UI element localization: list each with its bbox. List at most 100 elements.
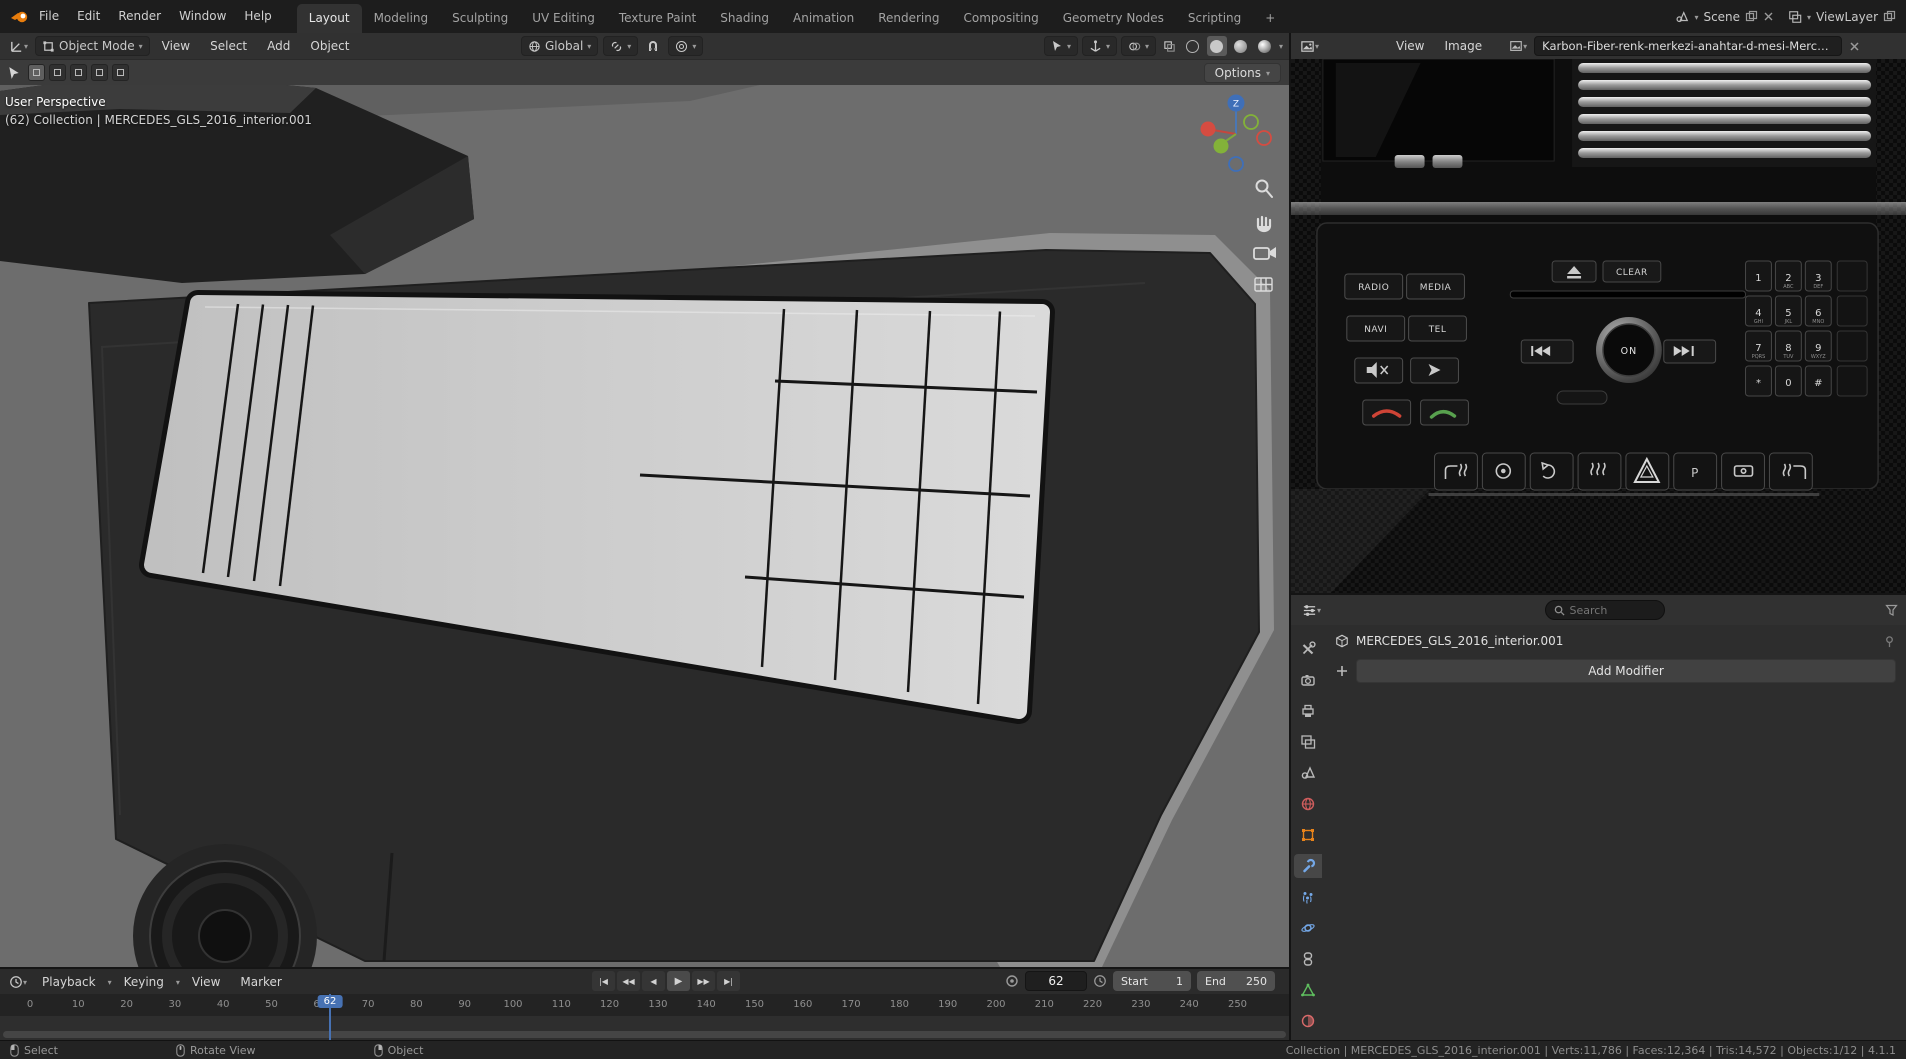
- viewport-menu-add[interactable]: Add: [259, 39, 298, 53]
- prev-keyframe-button[interactable]: ◀◀: [617, 971, 640, 991]
- properties-tab-object[interactable]: [1294, 823, 1322, 847]
- timeline-menu-keying[interactable]: Keying: [116, 975, 172, 989]
- snapping-toggle[interactable]: [643, 36, 663, 56]
- gizmo-z-negative[interactable]: [1228, 156, 1244, 172]
- properties-tab-object-data[interactable]: [1294, 978, 1322, 1002]
- new-scene-icon[interactable]: [1745, 10, 1758, 23]
- properties-tab-world[interactable]: [1294, 792, 1322, 816]
- menu-window[interactable]: Window: [170, 0, 235, 33]
- shading-material-button[interactable]: [1231, 36, 1251, 56]
- gizmo-y-negative[interactable]: [1243, 114, 1259, 130]
- options-button[interactable]: Options: [1203, 63, 1281, 83]
- jump-to-end-button[interactable]: ▶|: [717, 971, 740, 991]
- image-menu-image[interactable]: Image: [1437, 39, 1491, 53]
- viewport-menu-object[interactable]: Object: [302, 39, 357, 53]
- gizmo-x-axis[interactable]: [1200, 121, 1216, 137]
- overlays-dropdown[interactable]: [1120, 36, 1156, 56]
- viewport-canvas[interactable]: Z User Perspective (62) Collection | MER…: [0, 85, 1289, 967]
- gizmo-y-axis[interactable]: [1213, 138, 1229, 154]
- add-modifier-button[interactable]: Add Modifier: [1356, 659, 1896, 683]
- mode-dropdown[interactable]: Object Mode: [35, 36, 150, 56]
- properties-search[interactable]: [1544, 600, 1665, 620]
- viewlayer-name[interactable]: ViewLayer: [1816, 10, 1878, 24]
- tab-animation[interactable]: Animation: [781, 4, 866, 33]
- gizmos-dropdown[interactable]: [1081, 36, 1117, 56]
- tab-compositing[interactable]: Compositing: [951, 4, 1050, 33]
- editor-type-button[interactable]: [1299, 600, 1324, 620]
- properties-tab-render[interactable]: [1294, 668, 1322, 692]
- timeline-menu-playback[interactable]: Playback: [34, 975, 104, 989]
- clock-icon[interactable]: [1093, 974, 1107, 988]
- plus-icon[interactable]: [1335, 664, 1349, 678]
- menu-render[interactable]: Render: [109, 0, 170, 33]
- play-button[interactable]: ▶: [667, 971, 690, 991]
- transform-orientation-dropdown[interactable]: Global: [521, 36, 599, 56]
- unlink-image-button[interactable]: [1846, 36, 1863, 56]
- playhead-frame-badge[interactable]: 62: [317, 995, 343, 1008]
- select-mode-intersect-button[interactable]: [112, 64, 129, 81]
- properties-tab-particles[interactable]: [1294, 885, 1322, 909]
- select-mode-new-button[interactable]: [28, 64, 45, 81]
- play-reverse-button[interactable]: ◀: [642, 971, 665, 991]
- timeline-scrollbar[interactable]: [3, 1031, 1286, 1038]
- pin-icon[interactable]: [1883, 635, 1896, 648]
- browse-image-button[interactable]: [1506, 36, 1530, 56]
- tab-rendering[interactable]: Rendering: [866, 4, 951, 33]
- end-frame-field[interactable]: End 250: [1197, 971, 1275, 991]
- next-keyframe-button[interactable]: ▶▶: [692, 971, 715, 991]
- tab-texture-paint[interactable]: Texture Paint: [607, 4, 708, 33]
- tab-scripting[interactable]: Scripting: [1176, 4, 1253, 33]
- tab-geometry-nodes[interactable]: Geometry Nodes: [1051, 4, 1176, 33]
- add-workspace-button[interactable]: +: [1253, 4, 1287, 33]
- proportional-edit-dropdown[interactable]: [668, 36, 704, 56]
- start-frame-field[interactable]: Start 1: [1113, 971, 1191, 991]
- properties-tab-physics[interactable]: [1294, 916, 1322, 940]
- shading-options-chevron-icon[interactable]: [1279, 39, 1283, 53]
- blender-logo-icon[interactable]: [10, 9, 30, 25]
- shading-wireframe-button[interactable]: [1183, 36, 1203, 56]
- active-tool-button[interactable]: [4, 63, 24, 83]
- properties-tab-tool[interactable]: [1294, 637, 1322, 661]
- viewport-menu-select[interactable]: Select: [202, 39, 255, 53]
- chevron-down-icon[interactable]: [1807, 10, 1811, 24]
- properties-tab-material[interactable]: [1294, 1009, 1322, 1033]
- editor-type-button[interactable]: [1297, 36, 1322, 56]
- tab-shading[interactable]: Shading: [708, 4, 781, 33]
- properties-tab-scene[interactable]: [1294, 761, 1322, 785]
- editor-type-button[interactable]: [6, 36, 31, 56]
- chevron-down-icon[interactable]: [1694, 10, 1698, 24]
- image-editor-canvas[interactable]: CLEAR RADIO MEDIA NAVI TEL ON 1 2 3 4 5 …: [1291, 59, 1906, 593]
- timeline-tracks[interactable]: [0, 1016, 1289, 1040]
- properties-tab-view-layer[interactable]: [1294, 730, 1322, 754]
- timeline-ruler[interactable]: 0102030405060708090100110120130140150160…: [0, 994, 1289, 1016]
- new-viewlayer-icon[interactable]: [1883, 10, 1896, 23]
- reference-image[interactable]: CLEAR RADIO MEDIA NAVI TEL ON 1 2 3 4 5 …: [1291, 59, 1906, 593]
- select-mode-subtract-button[interactable]: [70, 64, 87, 81]
- object-name[interactable]: MERCEDES_GLS_2016_interior.001: [1356, 634, 1563, 648]
- image-menu-view[interactable]: View: [1388, 39, 1432, 53]
- properties-tab-constraints[interactable]: [1294, 947, 1322, 971]
- close-icon[interactable]: [1763, 11, 1774, 22]
- xray-toggle[interactable]: [1160, 36, 1179, 56]
- properties-tab-modifiers[interactable]: [1294, 854, 1322, 878]
- view-layer-icon[interactable]: [1788, 10, 1802, 24]
- timeline-menu-marker[interactable]: Marker: [232, 975, 289, 989]
- jump-to-start-button[interactable]: |◀: [592, 971, 615, 991]
- tab-layout[interactable]: Layout: [296, 4, 362, 33]
- shading-rendered-button[interactable]: [1255, 36, 1275, 56]
- tab-uv-editing[interactable]: UV Editing: [520, 4, 607, 33]
- select-mode-invert-button[interactable]: [91, 64, 108, 81]
- timeline-menu-view[interactable]: View: [184, 975, 228, 989]
- shading-solid-button[interactable]: [1206, 36, 1227, 56]
- search-input[interactable]: [1569, 603, 1652, 617]
- filter-icon[interactable]: [1885, 604, 1898, 617]
- menu-file[interactable]: File: [30, 0, 68, 33]
- current-frame-field[interactable]: 62: [1025, 971, 1087, 991]
- select-mode-extend-button[interactable]: [49, 64, 66, 81]
- gizmo-x-negative[interactable]: [1256, 130, 1272, 146]
- auto-keying-icon[interactable]: [1005, 974, 1019, 988]
- tab-modeling[interactable]: Modeling: [362, 4, 441, 33]
- image-name-field[interactable]: Karbon-Fiber-renk-merkezi-anahtar-d-mesi…: [1534, 36, 1843, 56]
- scene-name[interactable]: Scene: [1703, 10, 1740, 24]
- menu-edit[interactable]: Edit: [68, 0, 109, 33]
